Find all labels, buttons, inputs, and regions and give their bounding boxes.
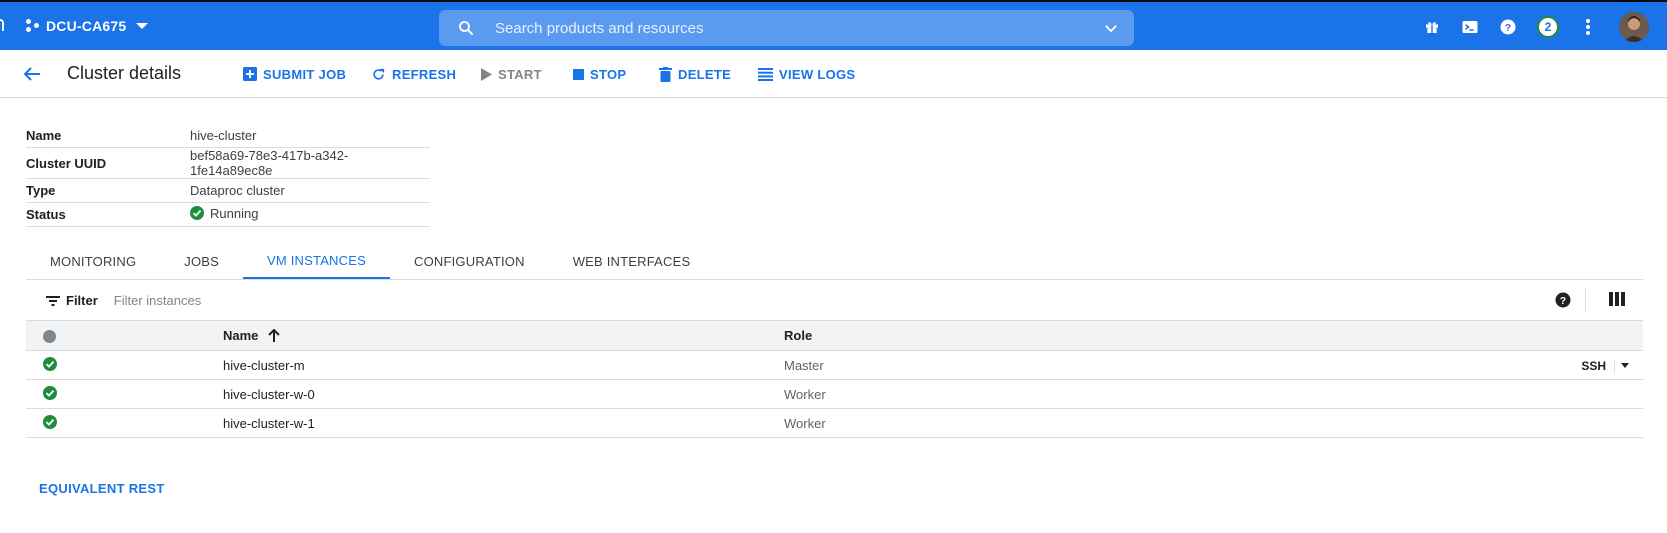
project-name: DCU-CA675 (46, 18, 127, 34)
view-logs-button[interactable]: VIEW LOGS (758, 62, 855, 86)
instance-role: Worker (784, 408, 1131, 438)
search-icon (459, 21, 473, 35)
instance-name-link[interactable]: hive-cluster-w-1 (223, 408, 784, 438)
detail-value: bef58a69-78e3-417b-a342-1fe14a89ec8e (190, 147, 430, 179)
tab-web-interfaces[interactable]: WEB INTERFACES (549, 243, 715, 279)
detail-value: Dataproc cluster (190, 178, 430, 203)
partial-menu-icon[interactable] (0, 19, 4, 31)
refresh-button[interactable]: REFRESH (371, 62, 456, 86)
filter-bar: Filter ? (26, 281, 1643, 320)
instance-role: Master (784, 350, 1131, 380)
check-circle-icon (43, 385, 57, 400)
role-column-header[interactable]: Role (784, 320, 1131, 351)
instance-name-link[interactable]: hive-cluster-m (223, 350, 784, 380)
check-circle-icon (43, 414, 57, 429)
back-arrow-icon[interactable] (20, 62, 44, 86)
detail-label: Cluster UUID (26, 147, 190, 179)
table-row[interactable]: hive-cluster-m Master SSH (26, 350, 1643, 380)
detail-row-status: Status Running (26, 202, 430, 227)
search-input[interactable] (493, 12, 1102, 44)
top-app-bar: DCU-CA675 ? 2 (0, 0, 1667, 50)
chevron-down-icon[interactable] (1102, 19, 1120, 37)
column-display-icon[interactable] (1609, 292, 1625, 306)
instance-name-link[interactable]: hive-cluster-w-0 (223, 379, 784, 409)
vm-instances-table: Name Role hive-cluster-m Master SSH hive… (26, 320, 1643, 438)
list-icon (758, 67, 773, 81)
submit-job-button[interactable]: SUBMIT JOB (243, 62, 346, 86)
page-title: Cluster details (67, 63, 182, 83)
tab-monitoring[interactable]: MONITORING (26, 243, 160, 279)
cluster-details-table: Name hive-cluster Cluster UUID bef58a69-… (26, 124, 430, 227)
detail-label: Status (26, 202, 190, 227)
ssh-split-button[interactable]: SSH (1581, 358, 1629, 373)
project-selector[interactable]: DCU-CA675 (26, 11, 149, 41)
search-bar[interactable] (439, 10, 1134, 46)
filter-input[interactable] (111, 292, 716, 309)
detail-row-uuid: Cluster UUID bef58a69-78e3-417b-a342-1fe… (26, 147, 430, 179)
start-button[interactable]: START (480, 62, 542, 86)
caret-down-icon[interactable] (1621, 363, 1629, 368)
table-row[interactable]: hive-cluster-w-0 Worker (26, 379, 1643, 409)
project-hierarchy-icon (26, 19, 40, 33)
filter-label: Filter (66, 293, 98, 308)
stop-icon (573, 68, 584, 80)
status-badge: Running (190, 206, 258, 221)
detail-label: Name (26, 124, 190, 148)
ssh-button[interactable]: SSH (1581, 358, 1615, 373)
filter-icon (46, 295, 60, 306)
arrow-up-icon (268, 329, 281, 342)
tab-vm-instances[interactable]: VM INSTANCES (243, 243, 390, 279)
detail-value: hive-cluster (190, 124, 430, 148)
equivalent-rest-link[interactable]: EQUIVALENT REST (39, 481, 165, 496)
instance-role: Worker (784, 379, 1131, 409)
check-circle-icon (190, 206, 204, 221)
tab-configuration[interactable]: CONFIGURATION (390, 243, 549, 279)
tab-bar: MONITORING JOBS VM INSTANCES CONFIGURATI… (26, 243, 1643, 280)
notifications-badge[interactable]: 2 (1537, 16, 1559, 38)
play-icon (481, 67, 492, 81)
tab-jobs[interactable]: JOBS (160, 243, 243, 279)
caret-down-icon (136, 23, 149, 29)
trash-icon (659, 66, 672, 82)
status-column-icon (43, 330, 56, 344)
detail-row-name: Name hive-cluster (26, 124, 430, 148)
svg-text:?: ? (1560, 295, 1566, 307)
check-circle-icon (43, 356, 57, 371)
refresh-icon (373, 68, 385, 80)
cloud-shell-icon[interactable] (1460, 17, 1480, 37)
add-box-icon (243, 67, 257, 81)
help-icon[interactable]: ? (1498, 17, 1518, 37)
divider (1585, 289, 1586, 313)
action-bar: Cluster details SUBMIT JOB REFRESH START… (0, 50, 1667, 98)
filter-button[interactable]: Filter (46, 293, 98, 308)
more-vert-icon[interactable] (1578, 17, 1598, 37)
help-icon[interactable]: ? (1554, 291, 1572, 309)
gift-icon[interactable] (1422, 17, 1442, 37)
table-row[interactable]: hive-cluster-w-1 Worker (26, 408, 1643, 438)
svg-text:?: ? (1505, 22, 1511, 34)
delete-button[interactable]: DELETE (659, 62, 731, 86)
table-header-row: Name Role (26, 320, 1643, 351)
name-column-header[interactable]: Name (223, 328, 281, 343)
stop-button[interactable]: STOP (573, 62, 626, 86)
account-avatar[interactable] (1619, 12, 1649, 42)
detail-row-type: Type Dataproc cluster (26, 178, 430, 203)
detail-label: Type (26, 178, 190, 203)
